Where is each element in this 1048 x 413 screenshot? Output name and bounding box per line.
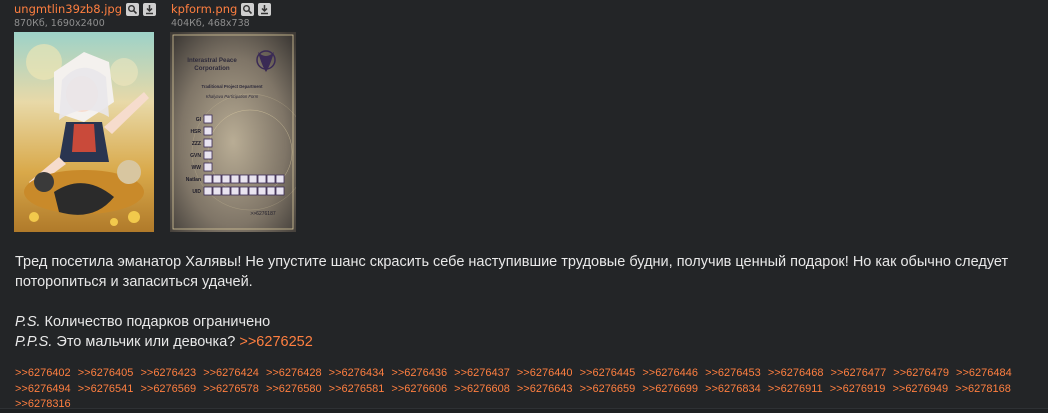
- reply-link[interactable]: >>6276428: [266, 367, 322, 379]
- reply-link[interactable]: >>6276494: [15, 383, 71, 395]
- post-message: Тред посетила эманатор Халявы! Не упусти…: [15, 252, 1045, 352]
- form-dept: Traditional Project Department: [202, 84, 264, 89]
- reply-link[interactable]: >>6276606: [391, 383, 447, 395]
- reply-link[interactable]: >>6276911: [768, 383, 823, 395]
- reply-link[interactable]: >>6276834: [705, 383, 761, 395]
- ps-label: P.S.: [15, 314, 41, 330]
- reply-link[interactable]: >>6276402: [15, 367, 71, 379]
- reply-link[interactable]: >>6276484: [956, 367, 1012, 379]
- form-row-label: GI: [196, 117, 202, 123]
- form-row-label: GVN: [190, 153, 201, 159]
- reply-link[interactable]: >>6276424: [203, 367, 259, 379]
- file-2: kpform.png 404Кб, 468x738: [171, 0, 272, 29]
- reply-link[interactable]: >>6276919: [830, 383, 886, 395]
- reply-link[interactable]: >>6278316: [15, 398, 71, 410]
- reply-link[interactable]: >>6276440: [517, 367, 573, 379]
- reply-link[interactable]: >>6276643: [517, 383, 573, 395]
- file-1-header: ungmtlin39zb8.jpg: [14, 1, 157, 17]
- reply-link[interactable]: >>6276479: [893, 367, 949, 379]
- reply-link[interactable]: >>6276436: [391, 367, 447, 379]
- replies-list: >>6276402 >>6276405 >>6276423 >>6276424 …: [15, 366, 1045, 413]
- download-icon[interactable]: [143, 2, 157, 16]
- message-ps: P.S. Количество подарков ограничено: [15, 312, 1045, 332]
- reply-link[interactable]: >>6276580: [266, 383, 322, 395]
- search-icon[interactable]: [241, 2, 255, 16]
- reply-link[interactable]: >>6276477: [831, 367, 887, 379]
- reply-link[interactable]: >>6276581: [329, 383, 385, 395]
- message-pps: P.P.S. Это мальчик или девочка? >>627625…: [15, 332, 1045, 352]
- form-title-1: Interastral Peace: [187, 57, 237, 64]
- form-row-label: WW: [192, 165, 202, 171]
- file-1-meta: 870Кб, 1690x2400: [14, 18, 105, 29]
- file-1-name-link[interactable]: ungmtlin39zb8.jpg: [14, 2, 122, 16]
- reply-link[interactable]: >>6276699: [642, 383, 698, 395]
- form-stamp: >>6276187: [250, 211, 276, 217]
- reply-link[interactable]: >>6276578: [203, 383, 259, 395]
- file-2-header: kpform.png: [171, 1, 272, 17]
- form-title-2: Corporation: [194, 65, 230, 72]
- reply-link[interactable]: >>6278168: [955, 383, 1011, 395]
- form-subtitle: Khalyava Participation Form: [206, 94, 259, 99]
- ps-text: Количество подарков ограничено: [40, 314, 271, 330]
- reply-link[interactable]: >>6276541: [78, 383, 134, 395]
- form-row-label: ZZZ: [192, 141, 201, 147]
- file-2-name-link[interactable]: kpform.png: [171, 2, 237, 16]
- pps-text: Это мальчик или девочка?: [52, 334, 240, 350]
- form-row-label: Natlan: [186, 177, 201, 183]
- reply-link[interactable]: >>6276569: [140, 383, 196, 395]
- file-2-meta: 404Кб, 468x738: [171, 18, 250, 29]
- reply-link[interactable]: >>6276949: [892, 383, 948, 395]
- reply-link[interactable]: >>6276423: [140, 367, 196, 379]
- reply-link[interactable]: >>6276434: [329, 367, 385, 379]
- search-icon[interactable]: [126, 2, 140, 16]
- download-icon[interactable]: [258, 2, 272, 16]
- reply-link[interactable]: >>6276405: [78, 367, 134, 379]
- pps-label: P.P.S.: [15, 334, 53, 350]
- reply-link[interactable]: >>6276608: [454, 383, 510, 395]
- reply-link[interactable]: >>6276437: [454, 367, 510, 379]
- reply-link[interactable]: >>6276468: [768, 367, 824, 379]
- reply-link[interactable]: >>6276446: [642, 367, 698, 379]
- file-1-thumbnail[interactable]: [14, 32, 154, 232]
- quote-link[interactable]: >>6276252: [239, 334, 312, 350]
- reply-link[interactable]: >>6276453: [705, 367, 761, 379]
- file-1: ungmtlin39zb8.jpg 870Кб, 1690x2400: [14, 0, 157, 29]
- file-2-thumbnail[interactable]: Interastral Peace Corporation Traditiona…: [170, 32, 296, 232]
- message-paragraph: Тред посетила эманатор Халявы! Не упусти…: [15, 254, 1009, 290]
- reply-link[interactable]: >>6276659: [580, 383, 636, 395]
- form-row-label: HSR: [190, 129, 201, 135]
- form-row-label: UID: [192, 189, 201, 195]
- reply-link[interactable]: >>6276445: [580, 367, 636, 379]
- post: ungmtlin39zb8.jpg 870Кб, 1690x2400 kpfor…: [0, 0, 1048, 410]
